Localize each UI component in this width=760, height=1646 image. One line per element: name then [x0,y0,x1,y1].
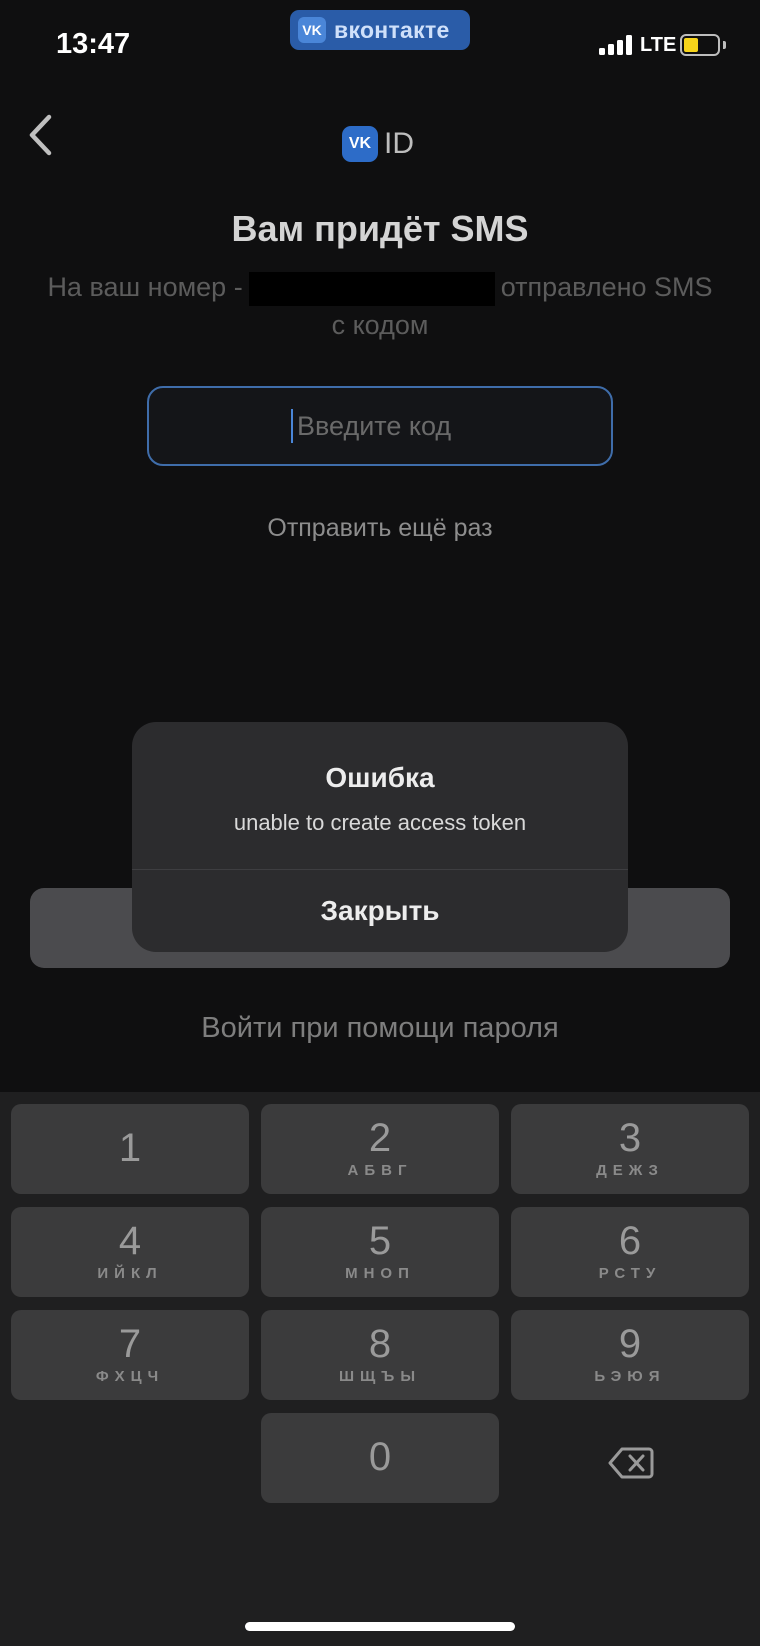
key-digit: 5 [368,1219,392,1263]
key-digit: 6 [618,1219,642,1263]
battery-level [684,38,699,52]
key-5[interactable]: 5 МНОП [261,1207,499,1297]
vk-logo-icon: VK [298,17,326,43]
code-input-container[interactable] [147,386,613,466]
app-return-pill[interactable]: VK вконтакте [290,10,470,50]
backspace-icon [608,1447,654,1479]
key-digit: 3 [618,1116,642,1160]
key-3[interactable]: 3 ДЕЖЗ [511,1104,749,1194]
alert-title: Ошибка [325,762,435,793]
vk-id-logo-icon: VK [342,126,378,162]
key-digit: 1 [118,1126,142,1170]
page-title: Вам придёт SMS [231,208,529,249]
key-2[interactable]: 2 АБВГ [261,1104,499,1194]
status-bar: 13:47 VK вконтакте LTE [0,0,760,84]
key-digit: 7 [118,1322,142,1366]
resend-code-link[interactable]: Отправить ещё раз [0,514,760,543]
signal-strength-icon [599,35,633,55]
key-letters: ФХЦЧ [95,1368,165,1385]
key-8[interactable]: 8 ШЩЪЫ [261,1310,499,1400]
key-6[interactable]: 6 РСТУ [511,1207,749,1297]
key-letters: ДЕЖЗ [596,1162,664,1179]
vk-id-logo: VK ID [342,126,414,162]
key-delete[interactable] [512,1418,750,1508]
subtitle: На ваш номер - отправлено SMS [0,272,760,306]
password-login-link[interactable]: Войти при помощи пароля [0,1012,760,1045]
home-indicator[interactable] [245,1622,515,1631]
key-letters: ЬЭЮЯ [594,1368,666,1385]
key-letters: ИЙКЛ [97,1265,163,1282]
subtitle-after: отправлено SMS [500,272,713,303]
chevron-left-icon [29,114,52,156]
alert-close-button[interactable]: Закрыть [132,870,628,952]
subtitle-before: На ваш номер - [47,272,243,303]
key-7[interactable]: 7 ФХЦЧ [11,1310,249,1400]
battery-tip [723,41,726,49]
key-letters: МНОП [345,1265,415,1282]
redacted-phone-number [248,272,495,306]
back-button[interactable] [18,110,62,160]
code-input[interactable] [297,410,577,442]
key-digit: 2 [368,1116,392,1160]
key-letters: РСТУ [598,1265,662,1282]
status-time: 13:47 [56,28,131,60]
error-alert: Ошибка unable to create access token Зак… [132,722,628,952]
network-type: LTE [640,34,677,56]
key-digit: 0 [368,1435,392,1479]
key-digit: 8 [368,1322,392,1366]
subtitle-line2: с кодом [331,310,429,340]
key-letters: ШЩЪЫ [338,1368,422,1385]
key-4[interactable]: 4 ИЙКЛ [11,1207,249,1297]
key-0[interactable]: 0 [261,1413,499,1503]
vk-id-logo-text: ID [384,127,414,160]
key-letters: АБВГ [347,1162,413,1179]
key-digit: 4 [118,1219,142,1263]
app-return-label: вконтакте [334,16,450,43]
key-digit: 9 [618,1322,642,1366]
alert-message: unable to create access token [233,810,527,835]
key-9[interactable]: 9 ЬЭЮЯ [511,1310,749,1400]
battery-icon [680,34,720,56]
key-1[interactable]: 1 [11,1104,249,1194]
text-caret [291,409,293,443]
